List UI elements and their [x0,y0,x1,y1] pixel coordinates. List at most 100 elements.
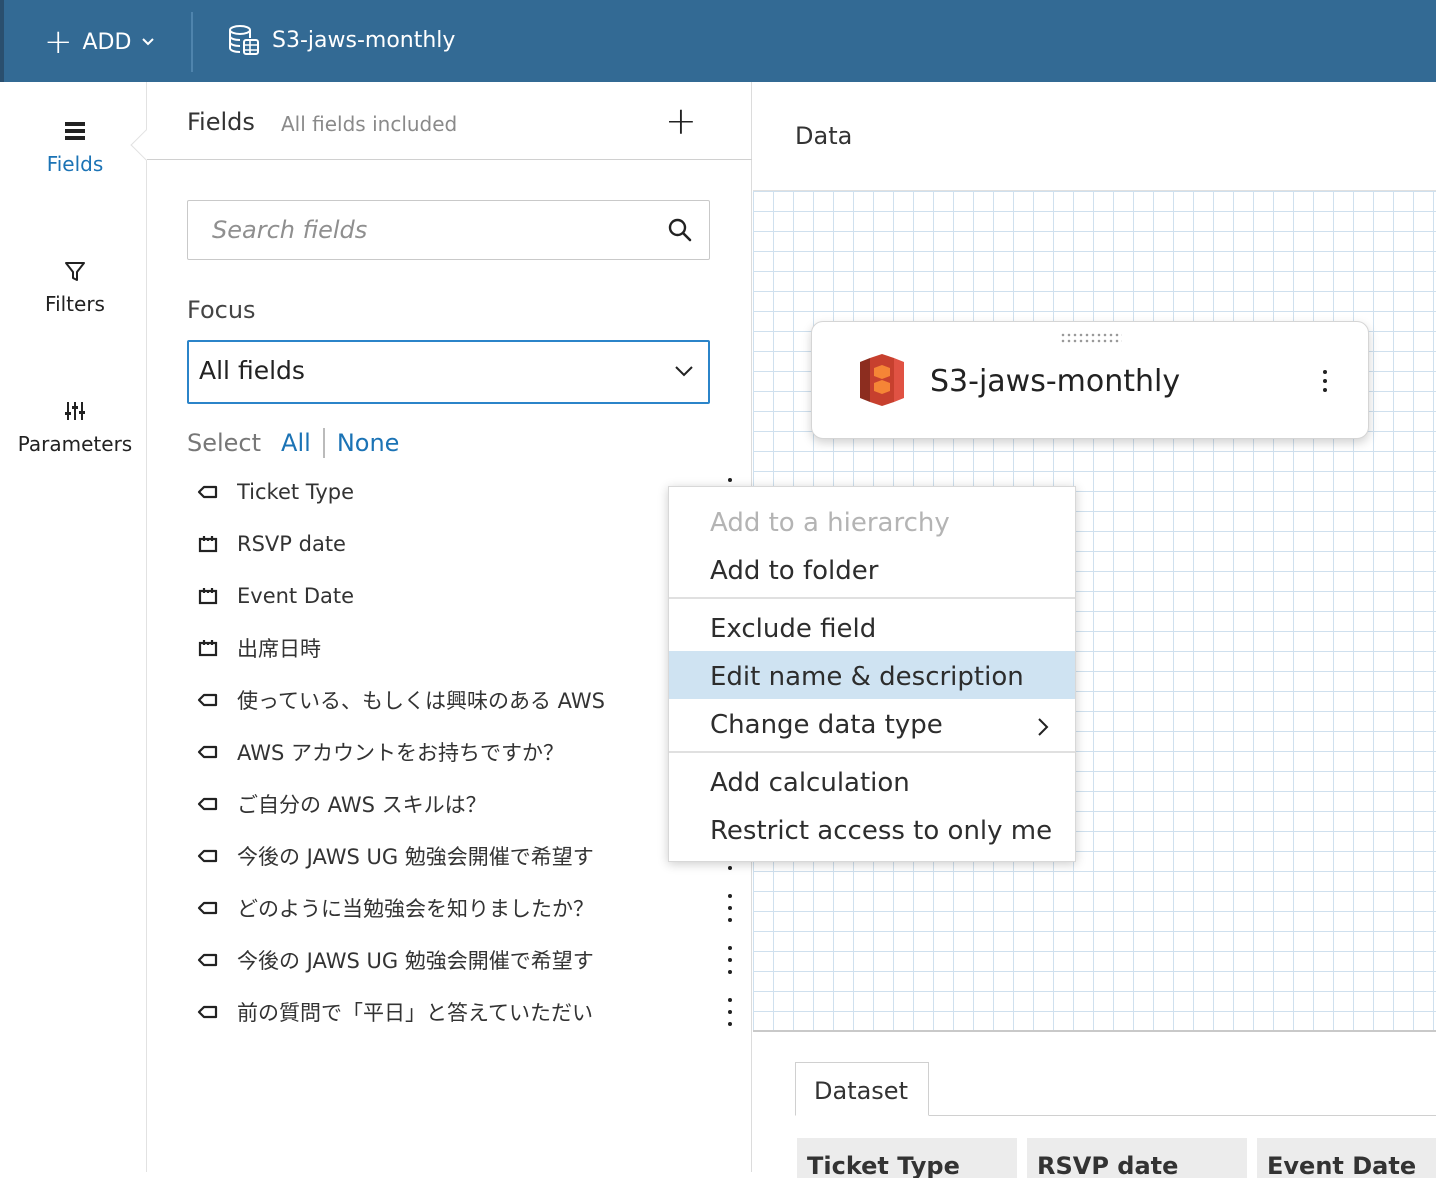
column-header[interactable]: Event Date [1257,1138,1436,1178]
field-menu-button[interactable] [727,998,733,1026]
edit-name-description-item[interactable]: Edit name & description [669,651,1075,699]
nav-parameters[interactable]: Parameters [4,400,146,456]
field-name: 前の質問で「平日」と答えていただい [237,1001,593,1025]
topbar-divider [191,12,193,72]
dataset-tabbar: Dataset [795,1062,1436,1116]
string-icon [197,797,219,811]
top-bar: + ADD S3-jaws-monthly [0,0,1436,82]
menu-item-label: Exclude field [710,614,877,644]
field-item[interactable]: AWS アカウントをお持ちですか？ [197,726,697,778]
data-panel-title: Data [795,122,853,150]
column-header[interactable]: Ticket Type [797,1138,1017,1178]
field-menu-button[interactable] [727,894,733,922]
fields-panel-header: Fields All fields included + [147,82,752,160]
field-item[interactable]: 今後の JAWS UG 勉強会開催で希望す [197,934,697,986]
add-button-label: ADD [82,29,132,55]
tab-dataset[interactable]: Dataset [795,1062,929,1116]
field-item[interactable]: どのように当勉強会を知りましたか？ [197,882,697,934]
field-name: 今後の JAWS UG 勉強会開催で希望す [237,949,594,973]
search-input[interactable] [188,201,648,259]
dataset-preview-table: Ticket Type RSVP date Event Date [795,1138,1436,1178]
field-context-menu: Add to a hierarchy Add to folder Exclude f… [668,486,1076,862]
dataset-node-name: S3-jaws-monthly [930,364,1181,399]
field-name: 今後の JAWS UG 勉強会開催で希望す [237,845,594,869]
field-name: 出席日時 [237,637,321,661]
s3-bucket-icon [860,354,904,406]
plus-icon: + [44,22,73,62]
menu-item-label: Add to a hierarchy [710,508,950,538]
field-name: RSVP date [237,532,346,556]
field-item[interactable]: 出席日時 [197,622,697,674]
focus-label: Focus [187,296,256,324]
field-item[interactable]: 使っている、もしくは興味のある AWS [197,674,697,726]
field-name: AWS アカウントをお持ちですか？ [237,741,564,765]
node-menu-button[interactable] [1322,370,1328,392]
dataset-node[interactable]: S3-jaws-monthly [811,321,1369,439]
string-icon [197,953,219,967]
chevron-down-icon [142,38,155,46]
field-name: 使っている、もしくは興味のある AWS [237,689,605,713]
left-nav: Fields Filters Parameters [4,82,147,1172]
nav-filters[interactable]: Filters [4,260,146,316]
restrict-access-item[interactable]: Restrict access to only me [669,805,1075,853]
menu-item-label: Add calculation [710,768,910,798]
select-none-link[interactable]: None [337,429,400,457]
select-divider [322,428,325,458]
nav-filters-label: Filters [45,292,105,316]
chevron-right-icon [1037,714,1049,744]
date-icon [197,639,219,657]
select-label: Select [187,429,262,457]
select-row: Select All None [187,428,399,458]
select-all-link[interactable]: All [281,429,311,457]
add-to-hierarchy-item: Add to a hierarchy [669,497,1075,545]
dataset-selector[interactable]: S3-jaws-monthly [226,22,455,58]
add-to-folder-item[interactable]: Add to folder [669,545,1075,593]
search-box [187,200,710,260]
field-menu-button[interactable] [727,946,733,974]
menu-divider [669,751,1075,753]
menu-item-label: Change data type [710,710,943,740]
string-icon [197,901,219,915]
add-button[interactable]: + ADD [44,22,155,62]
focus-dropdown-value: All fields [199,356,305,385]
database-icon [229,25,259,55]
nav-fields-label: Fields [46,152,104,176]
chevron-down-icon [675,366,693,377]
string-icon [197,693,219,707]
menu-item-label: Restrict access to only me [710,816,1053,846]
search-icon[interactable] [667,217,693,243]
date-icon [197,535,219,553]
field-name: Ticket Type [237,480,355,504]
string-icon [197,745,219,759]
field-item[interactable]: RSVP date [197,518,697,570]
field-item[interactable]: ご自分の AWS スキルは？ [197,778,697,830]
string-icon [197,485,219,499]
change-data-type-item[interactable]: Change data type [669,699,1075,747]
menu-item-label: Add to folder [710,556,879,586]
fields-icon [65,122,85,140]
string-icon [197,849,219,863]
menu-item-label: Edit name & description [710,662,1024,692]
fields-panel: Fields All fields included + Focus All f… [130,82,752,1172]
field-item[interactable]: 今後の JAWS UG 勉強会開催で希望す [197,830,697,882]
field-item[interactable]: Event Date [197,570,697,622]
field-item[interactable]: 前の質問で「平日」と答えていただい [197,986,697,1038]
field-item[interactable]: Ticket Type [197,466,697,518]
string-icon [197,1005,219,1019]
parameters-icon [65,402,85,420]
field-name: どのように当勉強会を知りましたか？ [237,897,594,921]
add-calculation-item[interactable]: Add calculation [669,757,1075,805]
drag-handle[interactable] [1060,332,1122,344]
add-field-button[interactable]: + [665,102,697,140]
nav-fields[interactable]: Fields [4,120,146,176]
field-name: Event Date [237,584,355,608]
dataset-name: S3-jaws-monthly [272,27,456,53]
filter-icon [65,262,85,281]
fields-panel-subtitle: All fields included [281,112,458,136]
date-icon [197,587,219,605]
column-header[interactable]: RSVP date [1027,1138,1247,1178]
exclude-field-item[interactable]: Exclude field [669,603,1075,651]
focus-dropdown[interactable]: All fields [187,340,710,404]
nav-parameters-label: Parameters [17,432,133,456]
fields-panel-title: Fields [187,108,255,136]
